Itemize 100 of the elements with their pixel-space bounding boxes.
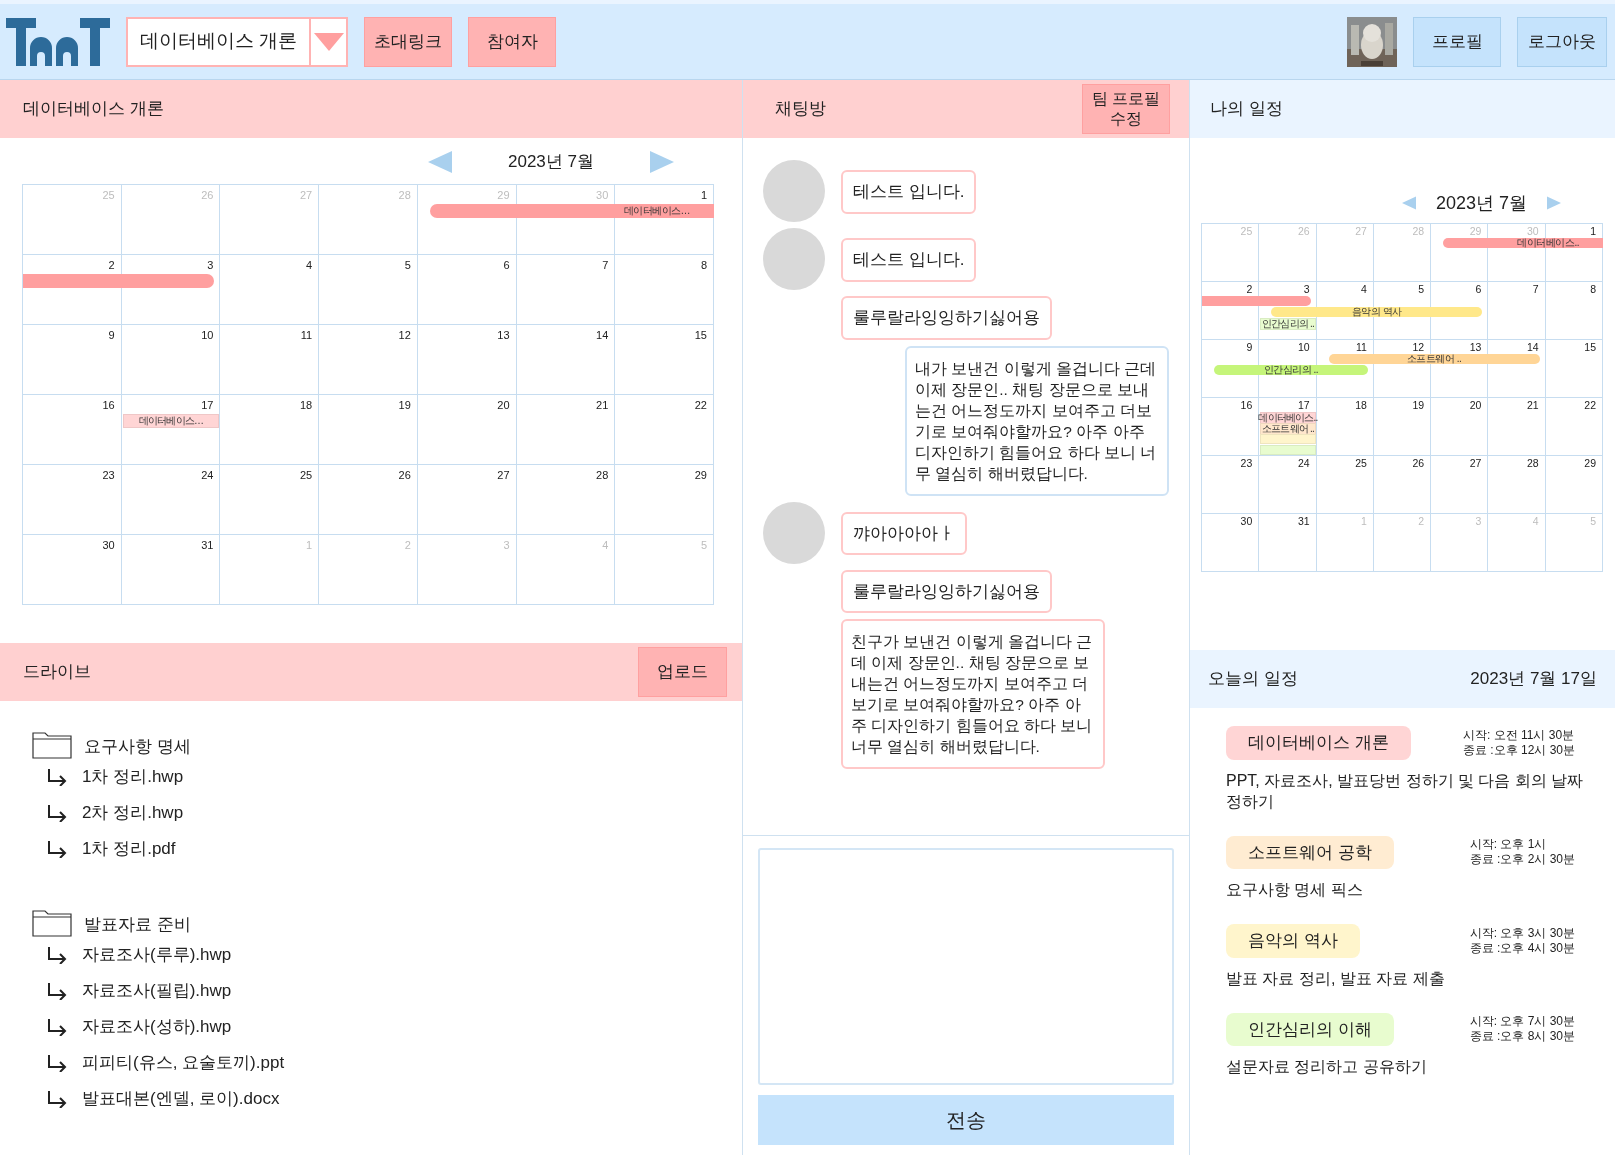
day-number: 11 — [300, 328, 313, 343]
dropdown-caret-icon — [313, 32, 344, 51]
today-date: 2023년 7월 17일 — [1470, 668, 1597, 691]
day-number: 13 — [497, 328, 510, 343]
day-number: 20 — [497, 398, 510, 413]
day-number: 4 — [602, 538, 609, 553]
day-number: 29 — [694, 468, 707, 483]
day-number: 18 — [299, 398, 313, 413]
file-name[interactable]: 발표대본(엔델, 로이).docx — [82, 1086, 280, 1112]
header-button[interactable]: 로그아웃 — [1517, 16, 1607, 67]
day-number: 19 — [398, 398, 411, 413]
day-number: 14 — [596, 328, 609, 343]
send-button[interactable]: 전송 — [758, 1095, 1174, 1145]
day-number: 10 — [1297, 341, 1310, 353]
day-number: 14 — [1527, 341, 1539, 353]
day-number: 17 — [201, 398, 214, 413]
day-number: 28 — [398, 188, 411, 203]
day-number: 25 — [299, 468, 313, 483]
file-name[interactable]: 피피티(유스, 요술토끼).ppt — [82, 1050, 285, 1076]
logo-icon[interactable] — [6, 15, 110, 68]
day-number: 26 — [1412, 457, 1425, 469]
day-number: 19 — [1412, 399, 1425, 411]
day-number: 15 — [694, 328, 707, 343]
message-input[interactable] — [758, 848, 1174, 1085]
event-chip: 데이터베이스.. — [1260, 412, 1316, 424]
day-number: 25 — [102, 188, 115, 203]
file-name[interactable]: 2차 정리.hwp — [82, 800, 184, 826]
course-tag: 음악의 역사 — [1226, 924, 1360, 958]
day-number: 3 — [503, 538, 510, 553]
day-number: 23 — [102, 468, 115, 483]
day-number: 27 — [299, 188, 313, 203]
day-number: 29 — [497, 188, 510, 203]
day-number: 16 — [1240, 399, 1253, 411]
section-title: 드라이브 — [23, 661, 91, 684]
day-number: 12 — [1412, 341, 1425, 353]
child-arrow-icon — [46, 946, 68, 964]
day-number: 20 — [1469, 399, 1482, 411]
day-number: 23 — [1240, 457, 1253, 469]
child-arrow-icon — [46, 982, 68, 1000]
end-time: 종료 :오후 8시 30분 — [1469, 1029, 1575, 1045]
day-number: 11 — [1355, 341, 1367, 353]
day-number: 27 — [1469, 457, 1482, 469]
day-number: 21 — [1527, 399, 1539, 411]
start-time: 시작: 오후 1시 — [1469, 837, 1548, 853]
day-number: 2 — [108, 258, 115, 273]
start-time: 시작: 오후 7시 30분 — [1469, 1014, 1575, 1030]
day-number: 8 — [700, 258, 707, 273]
day-number: 30 — [1240, 515, 1253, 527]
day-number: 21 — [596, 398, 609, 413]
event-bar: 인간심리의 .. — [1214, 365, 1368, 375]
edit-team-profile-button[interactable]: 팀 프로필 수정 — [1082, 84, 1170, 134]
month-title: 2023년 7월 — [1434, 191, 1528, 215]
day-number: 28 — [1527, 457, 1539, 469]
folder-icon — [32, 729, 72, 759]
file-name[interactable]: 자료조사(성하).hwp — [82, 1014, 232, 1040]
day-number: 27 — [497, 468, 510, 483]
folder-name[interactable]: 요구사항 명세 — [84, 733, 191, 759]
month-title: 2023년 7월 — [507, 151, 595, 174]
day-number: 16 — [102, 398, 115, 413]
next-month-icon[interactable] — [1547, 195, 1561, 211]
day-number: 30 — [596, 188, 609, 203]
schedule-note: 발표 자료 정리, 발표 자료 제출 — [1226, 968, 1446, 989]
day-number: 28 — [596, 468, 609, 483]
course-tag: 데이터베이스 개론 — [1226, 726, 1411, 760]
file-name[interactable]: 1차 정리.pdf — [82, 836, 176, 862]
header-button[interactable]: 프로필 — [1413, 16, 1501, 67]
day-number: 7 — [602, 258, 609, 273]
file-name[interactable]: 자료조사(필립).hwp — [82, 978, 232, 1004]
file-name[interactable]: 자료조사(루루).hwp — [82, 942, 232, 968]
course-select[interactable]: 데이터베이스 개론 — [126, 16, 348, 67]
header-button[interactable]: 참여자 — [468, 16, 556, 67]
schedule-note: 요구사항 명세 픽스 — [1226, 880, 1364, 900]
header-button[interactable]: 초대링크 — [364, 16, 452, 67]
schedule-note: 설문자료 정리하고 공유하기 — [1226, 1057, 1428, 1077]
next-month-icon[interactable] — [650, 151, 674, 173]
day-number: 10 — [201, 328, 214, 343]
day-number: 24 — [201, 468, 214, 483]
day-number: 1 — [1590, 225, 1596, 237]
folder-icon — [32, 907, 72, 937]
day-number: 6 — [1475, 283, 1482, 295]
course-tag: 인간심리의 이해 — [1226, 1012, 1394, 1046]
file-name[interactable]: 1차 정리.hwp — [82, 764, 184, 790]
previous-month-icon[interactable] — [428, 151, 452, 173]
day-number: 27 — [1355, 225, 1367, 237]
folder-name[interactable]: 발표자료 준비 — [84, 911, 191, 937]
day-number: 9 — [1246, 341, 1253, 353]
chat-bubble: 룰루랄라잉잉하기싫어용 — [841, 296, 1052, 340]
day-number: 2 — [1246, 283, 1253, 295]
schedule-note: PPT, 자료조사, 발표당번 정하기 및 다음 회의 날짜 정하기 — [1226, 770, 1585, 812]
chat-bubble: 친구가 보낸건 이렇게 올겁니다 근데 이제 장문인.. 채팅 장문으로 보내는건 어느정도까지 보여주고 더보기로 보여줘야할까요? 아주 아주 디자인하기 힘들어요 하다 보니 너무 열심히 해버렸답니다. — [841, 619, 1105, 769]
chat-bubble: 룰루랄라잉잉하기싫어용 — [841, 569, 1052, 613]
previous-month-icon[interactable] — [1401, 195, 1416, 211]
day-number: 26 — [398, 468, 411, 483]
section-title: 오늘의 일정 — [1208, 668, 1298, 691]
upload-button[interactable]: 업로드 — [638, 647, 727, 697]
chat-bubble: 테스트 입니다. — [841, 238, 977, 282]
day-number: 30 — [102, 538, 115, 553]
event-chip: 소프트웨어 .. — [1260, 423, 1316, 435]
chat-bubble: 꺄아아아아ㅏ — [841, 511, 967, 555]
end-time: 종료 :오후 12시 30분 — [1462, 742, 1575, 758]
